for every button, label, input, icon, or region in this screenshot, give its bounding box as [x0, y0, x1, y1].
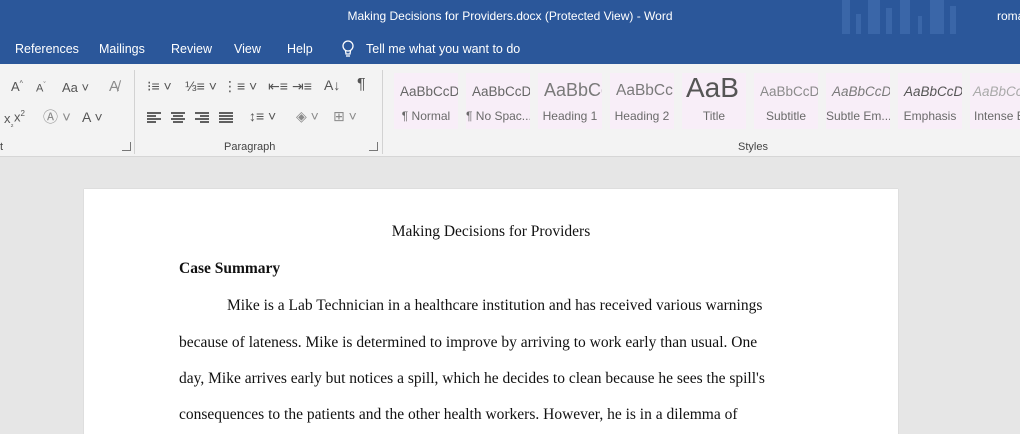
- font-dialog-launcher-icon[interactable]: [122, 142, 131, 151]
- lightbulb-icon: [342, 40, 354, 57]
- shrink-font-icon[interactable]: Aˇ: [36, 82, 46, 95]
- clear-formatting-icon[interactable]: A̸: [109, 79, 119, 94]
- increase-indent-icon[interactable]: ⇥≡: [292, 79, 312, 93]
- tab-help[interactable]: Help: [287, 42, 313, 56]
- style-normal[interactable]: AaBbCcDc ¶ Normal: [394, 73, 458, 129]
- text-effects-icon[interactable]: Ⓐ ˅: [43, 110, 71, 125]
- style-sample: AaBbCcD: [760, 84, 818, 99]
- show-formatting-icon[interactable]: ¶: [357, 77, 366, 93]
- paragraph-dialog-launcher-icon[interactable]: [369, 142, 378, 151]
- section-heading: Case Summary: [179, 260, 281, 277]
- style-name: Heading 2: [614, 109, 670, 123]
- style-title[interactable]: AaB Title: [682, 73, 746, 129]
- account-name[interactable]: roma: [997, 9, 1020, 23]
- style-sample: AaBbCcDc: [400, 84, 458, 99]
- tab-mailings[interactable]: Mailings: [99, 42, 145, 56]
- paragraph-line: because of lateness. Mike is determined …: [179, 334, 758, 351]
- style-sample: AaBbCcDc: [472, 84, 530, 99]
- paragraph-line: Mike is a Lab Technician in a healthcare…: [227, 297, 763, 314]
- multilevel-list-icon[interactable]: ⋮≡ ˅: [223, 79, 257, 93]
- line-spacing-icon[interactable]: ↕≡ ˅: [249, 109, 276, 123]
- align-center-icon[interactable]: [171, 112, 185, 123]
- style-name: ¶ No Spac...: [466, 109, 530, 123]
- tab-view[interactable]: View: [234, 42, 261, 56]
- font-color-icon[interactable]: A ˅: [82, 110, 103, 124]
- grow-font-icon[interactable]: A^: [11, 80, 23, 93]
- paragraph-line: day, Mike arrives early but notices a sp…: [179, 370, 765, 387]
- ribbon: A^ Aˇ Aa ˅ A̸ x₂ x2 Ⓐ ˅ A ˅ t ⁝≡ ˅ ⅓≡ ˅ …: [0, 64, 1020, 157]
- style-name: Subtle Em...: [826, 109, 890, 123]
- styles-gallery: AaBbCcDc ¶ Normal AaBbCcDc ¶ No Spac... …: [390, 73, 1020, 129]
- superscript-icon[interactable]: x2: [14, 110, 25, 124]
- style-no-spacing[interactable]: AaBbCcDc ¶ No Spac...: [466, 73, 530, 129]
- style-sample: AaBbCcD: [616, 82, 674, 99]
- style-heading-1[interactable]: AaBbCc Heading 1: [538, 73, 602, 129]
- shading-icon[interactable]: ◈ ˅: [296, 109, 319, 123]
- change-case-icon[interactable]: Aa ˅: [62, 81, 89, 94]
- tab-references[interactable]: References: [15, 42, 79, 56]
- group-divider: [382, 70, 383, 154]
- decrease-indent-icon[interactable]: ⇤≡: [268, 79, 288, 93]
- borders-icon[interactable]: ⊞ ˅: [333, 109, 357, 123]
- style-subtitle[interactable]: AaBbCcD Subtitle: [754, 73, 818, 129]
- tell-me-search[interactable]: Tell me what you want to do: [341, 40, 520, 58]
- style-sample: AaBbCcDc: [832, 84, 890, 99]
- style-name: Emphasis: [903, 109, 957, 123]
- paragraph-group-label: Paragraph: [224, 141, 276, 153]
- sort-icon[interactable]: A↓: [324, 78, 340, 92]
- document-title: Making Decisions for Providers: [391, 223, 591, 240]
- style-name: Subtitle: [765, 109, 807, 123]
- style-intense-emphasis[interactable]: AaBbCcDc Intense E: [970, 73, 1020, 129]
- styles-group-label: Styles: [738, 141, 768, 153]
- style-heading-2[interactable]: AaBbCcD Heading 2: [610, 73, 674, 129]
- style-name: Heading 1: [542, 109, 598, 123]
- window-title: Making Decisions for Providers.docx (Pro…: [347, 9, 673, 23]
- paragraph-line: consequences to the patients and the oth…: [179, 406, 738, 423]
- justify-icon[interactable]: [219, 112, 233, 123]
- font-group-label: t: [0, 141, 4, 153]
- style-sample: AaBbCcDc: [973, 84, 1020, 99]
- style-sample: AaBbCc: [544, 80, 602, 100]
- title-bar: Making Decisions for Providers.docx (Pro…: [0, 0, 1020, 34]
- style-sample: AaB: [686, 73, 739, 103]
- group-divider: [134, 70, 135, 154]
- style-name: Title: [702, 109, 726, 123]
- subscript-icon[interactable]: x₂: [4, 112, 14, 129]
- tell-me-label: Tell me what you want to do: [366, 42, 521, 56]
- style-name: ¶ Normal: [401, 109, 451, 123]
- numbering-icon[interactable]: ⅓≡ ˅: [185, 79, 217, 93]
- document-page[interactable]: Making Decisions for Providers Case Summ…: [84, 189, 898, 434]
- style-sample: AaBbCcDc: [904, 84, 962, 99]
- tab-review[interactable]: Review: [171, 42, 212, 56]
- style-subtle-emphasis[interactable]: AaBbCcDc Subtle Em...: [826, 73, 890, 129]
- ribbon-tabs: References Mailings Review View Help Tel…: [0, 34, 1020, 64]
- style-name: Intense E: [974, 109, 1020, 123]
- align-right-icon[interactable]: [195, 112, 209, 123]
- bullets-icon[interactable]: ⁝≡ ˅: [147, 79, 172, 93]
- style-emphasis[interactable]: AaBbCcDc Emphasis: [898, 73, 962, 129]
- align-left-icon[interactable]: [147, 112, 161, 123]
- document-canvas[interactable]: Making Decisions for Providers Case Summ…: [0, 157, 1020, 434]
